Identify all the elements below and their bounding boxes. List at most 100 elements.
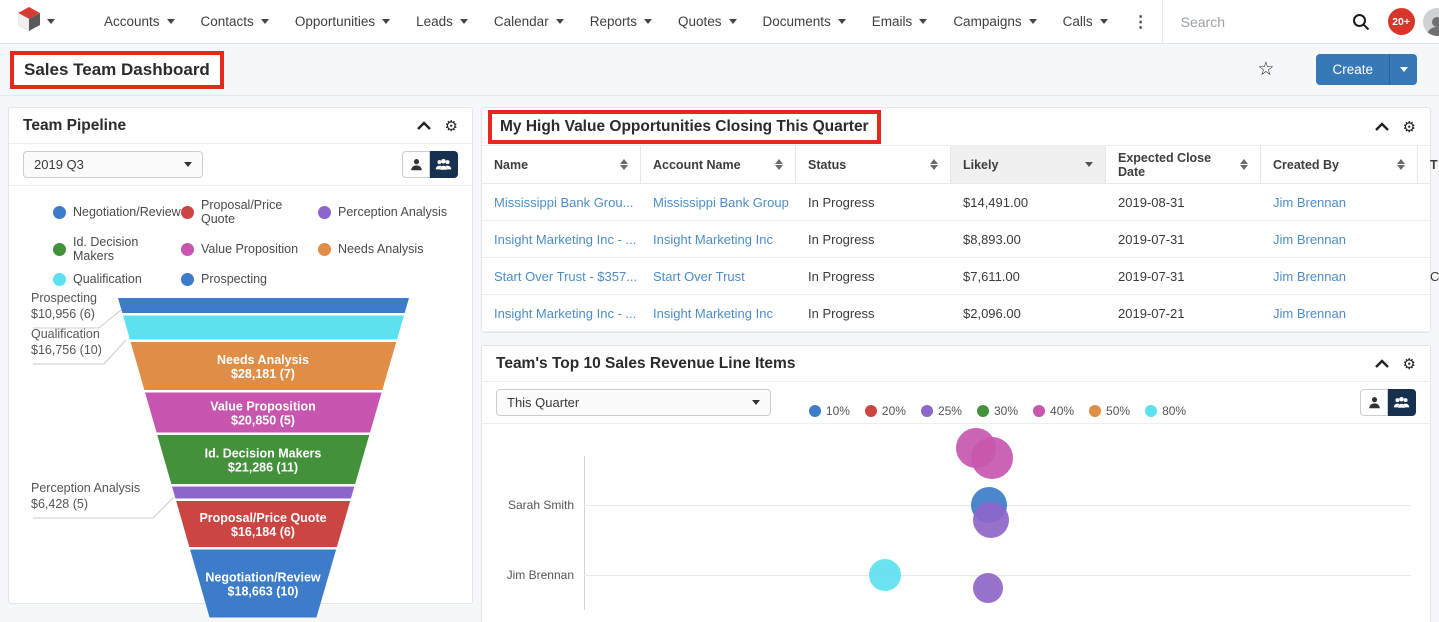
legend-label: 25%: [938, 404, 962, 418]
column-header-status[interactable]: Status: [796, 146, 951, 183]
data-point-bubble[interactable]: [971, 437, 1013, 479]
opportunity-name-link-text[interactable]: Mississippi Bank Grou...: [494, 195, 633, 210]
pipeline-quarter-select[interactable]: 2019 Q3: [23, 151, 203, 178]
column-header-expected-close-date[interactable]: Expected Close Date: [1106, 146, 1261, 183]
opportunity-name-link-text[interactable]: Insight Marketing Inc - ...: [494, 232, 636, 247]
column-header-label: Created By: [1273, 158, 1339, 172]
created-by-link-text[interactable]: Jim Brennan: [1273, 269, 1346, 284]
chevron-down-icon: [47, 19, 55, 24]
column-header-created-by[interactable]: Created By: [1261, 146, 1418, 183]
gear-icon[interactable]: ⚙: [1403, 355, 1416, 373]
legend-dot: [1145, 405, 1157, 417]
close-date-value-text: 2019-07-31: [1118, 232, 1185, 247]
y-axis-line: [584, 456, 585, 610]
sort-icon[interactable]: [1240, 159, 1248, 170]
created-by-link: Jim Brennan: [1261, 258, 1418, 294]
table-row[interactable]: Insight Marketing Inc - ... Insight Marke…: [482, 221, 1430, 258]
legend-label: 30%: [994, 404, 1018, 418]
collapse-chevron-up-icon[interactable]: [417, 121, 431, 130]
column-header-likely[interactable]: Likely: [951, 146, 1106, 183]
sort-icon[interactable]: [620, 159, 628, 170]
table-row[interactable]: Start Over Trust - $357... Start Over Tru…: [482, 258, 1430, 295]
app-logo-menu[interactable]: [0, 7, 69, 37]
account-name-link-text[interactable]: Insight Marketing Inc: [653, 232, 773, 247]
sort-icon[interactable]: [1397, 159, 1405, 170]
data-point-bubble[interactable]: [869, 559, 901, 591]
account-name-link-text[interactable]: Insight Marketing Inc: [653, 306, 773, 321]
funnel-label: Negotiation/Review: [205, 571, 321, 585]
table-body: Mississippi Bank Grou... Mississippi Bank…: [482, 184, 1430, 332]
created-by-link-text[interactable]: Jim Brennan: [1273, 232, 1346, 247]
nav-item-leads[interactable]: Leads: [403, 0, 481, 43]
data-point-bubble[interactable]: [973, 573, 1003, 603]
avatar[interactable]: [1423, 8, 1439, 36]
create-dropdown-toggle[interactable]: [1389, 54, 1417, 85]
funnel-segment-5[interactable]: [172, 487, 354, 499]
more-modules-icon[interactable]: ⋮: [1121, 12, 1162, 32]
table-row[interactable]: Insight Marketing Inc - ... Insight Marke…: [482, 295, 1430, 332]
created-by-link-text[interactable]: Jim Brennan: [1273, 195, 1346, 210]
account-name-link-text[interactable]: Start Over Trust: [653, 269, 745, 284]
funnel-segment-0[interactable]: [118, 298, 409, 313]
extra-value-text: C: [1430, 269, 1439, 284]
create-button[interactable]: Create: [1316, 54, 1417, 85]
collapse-chevron-up-icon[interactable]: [1375, 122, 1389, 131]
column-header-name[interactable]: Name: [482, 146, 641, 183]
team-data-users-icon[interactable]: [430, 151, 458, 178]
column-header-label: Name: [494, 158, 528, 172]
my-data-user-icon[interactable]: [402, 151, 430, 178]
team-pipeline-panel: Team Pipeline ⚙ 2019 Q3: [8, 107, 473, 604]
opportunity-name-link-text[interactable]: Start Over Trust - $357...: [494, 269, 637, 284]
gear-icon[interactable]: ⚙: [445, 117, 458, 135]
nav-item-quotes[interactable]: Quotes: [665, 0, 750, 43]
search-input[interactable]: [1181, 14, 1331, 30]
collapse-chevron-up-icon[interactable]: [1375, 359, 1389, 368]
created-by-link-text[interactable]: Jim Brennan: [1273, 306, 1346, 321]
nav-item-accounts[interactable]: Accounts: [91, 0, 188, 43]
legend-item: Prospecting: [181, 272, 318, 286]
nav-item-documents[interactable]: Documents: [750, 0, 859, 43]
sort-icon[interactable]: [775, 159, 783, 170]
dashboard-header: Sales Team Dashboard ☆ Create: [0, 44, 1439, 96]
sort-desc-icon[interactable]: [1085, 162, 1093, 167]
account-name-link-text[interactable]: Mississippi Bank Group: [653, 195, 789, 210]
funnel-value: $18,663 (10): [228, 585, 299, 599]
create-button-label[interactable]: Create: [1316, 54, 1389, 85]
legend-label: Perception Analysis: [338, 205, 447, 219]
nav-item-label: Calls: [1063, 14, 1093, 29]
nav-item-emails[interactable]: Emails: [859, 0, 941, 43]
pipeline-quarter-value: 2019 Q3: [34, 157, 84, 172]
gear-icon[interactable]: ⚙: [1403, 118, 1416, 136]
table-row[interactable]: Mississippi Bank Grou... Mississippi Bank…: [482, 184, 1430, 221]
data-point-bubble[interactable]: [973, 502, 1009, 538]
sort-icon[interactable]: [930, 159, 938, 170]
legend-item: Value Proposition: [181, 235, 318, 263]
opportunity-name-link-text[interactable]: Insight Marketing Inc - ...: [494, 306, 636, 321]
status-value-text: In Progress: [808, 306, 874, 321]
nav-item-contacts[interactable]: Contacts: [188, 0, 282, 43]
legend-dot: [865, 405, 877, 417]
nav-item-calendar[interactable]: Calendar: [481, 0, 577, 43]
likely-value: $2,096.00: [951, 295, 1106, 331]
nav-item-label: Campaigns: [953, 14, 1021, 29]
search-icon[interactable]: [1342, 13, 1380, 31]
chevron-down-icon: [261, 19, 269, 24]
funnel-segment-1[interactable]: [123, 316, 404, 340]
nav-item-label: Contacts: [201, 14, 254, 29]
legend-dot: [1089, 405, 1101, 417]
legend-dot: [53, 206, 66, 219]
legend-label: 40%: [1050, 404, 1074, 418]
created-by-link: Jim Brennan: [1261, 184, 1418, 220]
status-value: In Progress: [796, 295, 951, 331]
revenue-panel: Team's Top 10 Sales Revenue Line Items ⚙…: [481, 345, 1431, 622]
nav-item-campaigns[interactable]: Campaigns: [940, 0, 1049, 43]
nav-item-opportunities[interactable]: Opportunities: [282, 0, 403, 43]
nav-item-calls[interactable]: Calls: [1050, 0, 1121, 43]
opportunity-name-link: Insight Marketing Inc - ...: [482, 295, 641, 331]
notifications-badge[interactable]: 20+: [1388, 8, 1415, 35]
chevron-down-icon: [167, 19, 175, 24]
favorite-star-icon[interactable]: ☆: [1257, 58, 1274, 81]
nav-item-label: Documents: [763, 14, 831, 29]
nav-item-reports[interactable]: Reports: [577, 0, 665, 43]
column-header-account-name[interactable]: Account Name: [641, 146, 796, 183]
